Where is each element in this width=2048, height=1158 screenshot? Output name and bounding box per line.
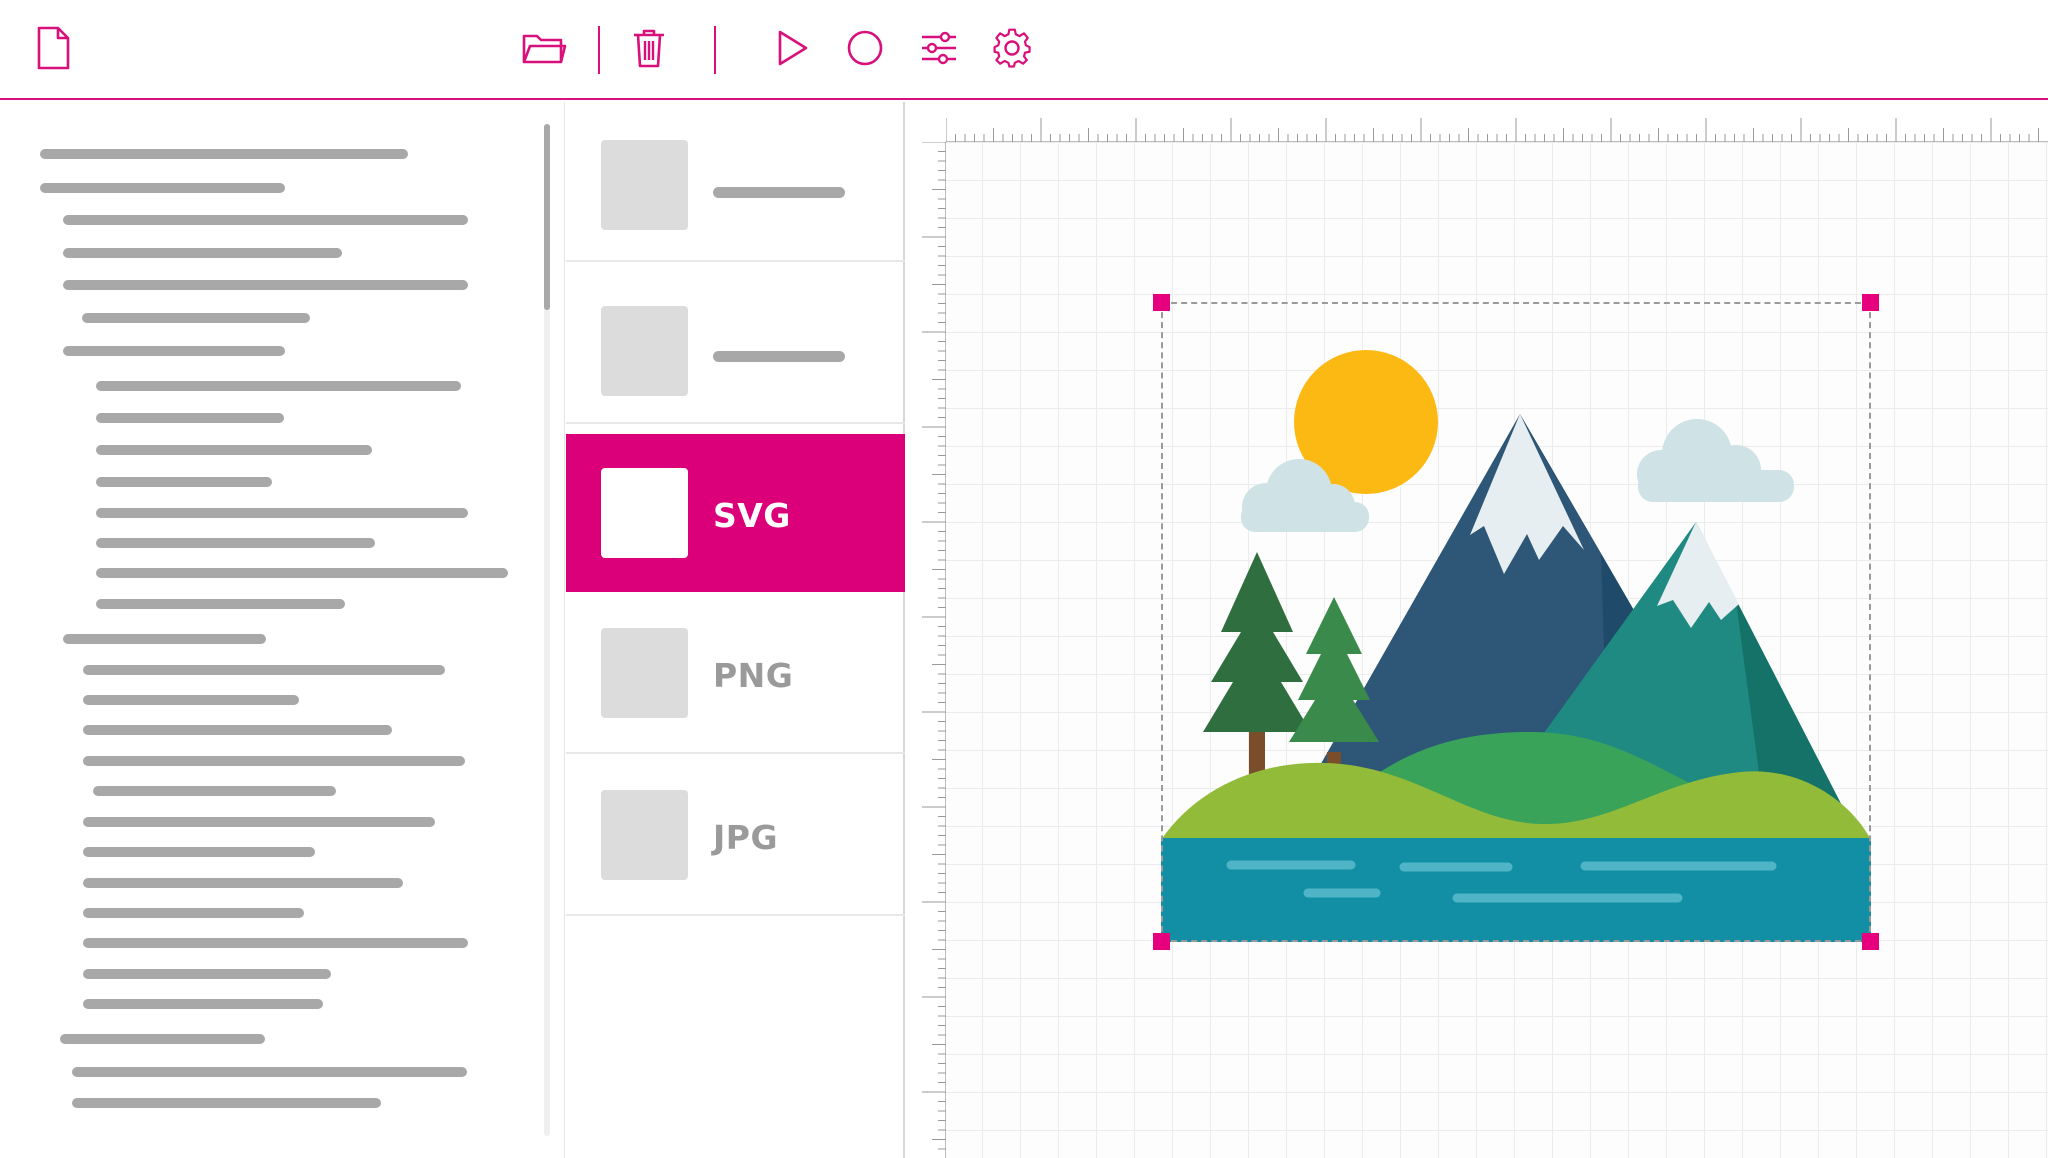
settings-button[interactable] [988,26,1036,74]
delete-button[interactable] [625,26,673,74]
tree-item[interactable] [63,346,285,356]
tree-item[interactable] [96,381,461,391]
tree-item[interactable] [83,665,445,675]
tree-item[interactable] [63,280,468,290]
resize-handle-bottom-right[interactable] [1862,933,1879,950]
tree-item[interactable] [60,1034,265,1044]
format-label: JPG [713,818,779,857]
tree-item[interactable] [96,568,508,578]
open-folder-button[interactable] [520,26,568,74]
sliders-icon [918,28,960,72]
resize-handle-bottom-left[interactable] [1153,933,1170,950]
format-label: SVG [713,496,791,535]
outline-scrollbar[interactable] [544,124,550,1136]
resize-handle-top-left[interactable] [1153,294,1170,311]
resize-handle-top-right[interactable] [1862,294,1879,311]
tree-item[interactable] [83,999,323,1009]
editor-window: SVG PNG JPG [0,0,2048,1158]
format-label-placeholder [713,351,845,362]
tree-item[interactable] [40,149,408,159]
format-label-placeholder [713,187,845,198]
tree-item[interactable] [96,538,375,548]
tree-item[interactable] [40,183,285,193]
tree-item[interactable] [72,1098,381,1108]
tree-item[interactable] [83,695,299,705]
tree-item[interactable] [93,786,336,796]
format-item[interactable] [566,102,905,262]
format-item-jpg[interactable]: JPG [566,754,905,916]
folder-icon [521,28,567,72]
tree-item[interactable] [63,215,468,225]
tree-item[interactable] [96,599,345,609]
selection-box[interactable] [1161,302,1871,942]
format-item[interactable] [566,264,905,424]
tree-item[interactable] [96,477,272,487]
design-canvas[interactable] [906,102,2048,1158]
format-list: SVG PNG JPG [566,102,905,1158]
adjustments-button[interactable] [915,26,963,74]
play-button[interactable] [767,26,815,74]
outline-panel [0,102,565,1158]
toolbar [0,0,2048,100]
tree-item[interactable] [83,725,392,735]
tree-item[interactable] [96,413,284,423]
vertical-ruler[interactable] [906,102,946,1158]
tree-item[interactable] [96,508,468,518]
tree-item[interactable] [96,445,372,455]
new-file-button[interactable] [29,26,77,74]
format-thumbnail [601,468,688,558]
toolbar-divider [714,26,716,74]
tree-item[interactable] [63,248,342,258]
gear-icon [990,26,1034,74]
tree-item[interactable] [83,756,465,766]
circle-icon [845,28,885,72]
tree-item[interactable] [83,847,315,857]
format-label: PNG [713,656,794,695]
tree-item[interactable] [83,969,331,979]
format-thumbnail [601,306,688,396]
tree-item[interactable] [83,817,435,827]
format-thumbnail [601,628,688,718]
tree-item[interactable] [83,878,403,888]
tree-item[interactable] [82,313,310,323]
play-icon [771,27,811,73]
format-thumbnail [601,790,688,880]
format-item-svg[interactable]: SVG [566,434,905,592]
toolbar-divider [598,26,600,74]
horizontal-ruler[interactable] [906,102,2048,142]
scroll-thumb[interactable] [544,124,550,310]
tree-item[interactable] [72,1067,467,1077]
tree-item[interactable] [83,908,304,918]
record-button[interactable] [841,26,889,74]
trash-icon [629,26,669,74]
file-icon [33,25,73,75]
format-item-png[interactable]: PNG [566,592,905,754]
format-thumbnail [601,140,688,230]
tree-item[interactable] [63,634,266,644]
ruler-corner [906,102,946,142]
tree-item[interactable] [83,938,468,948]
